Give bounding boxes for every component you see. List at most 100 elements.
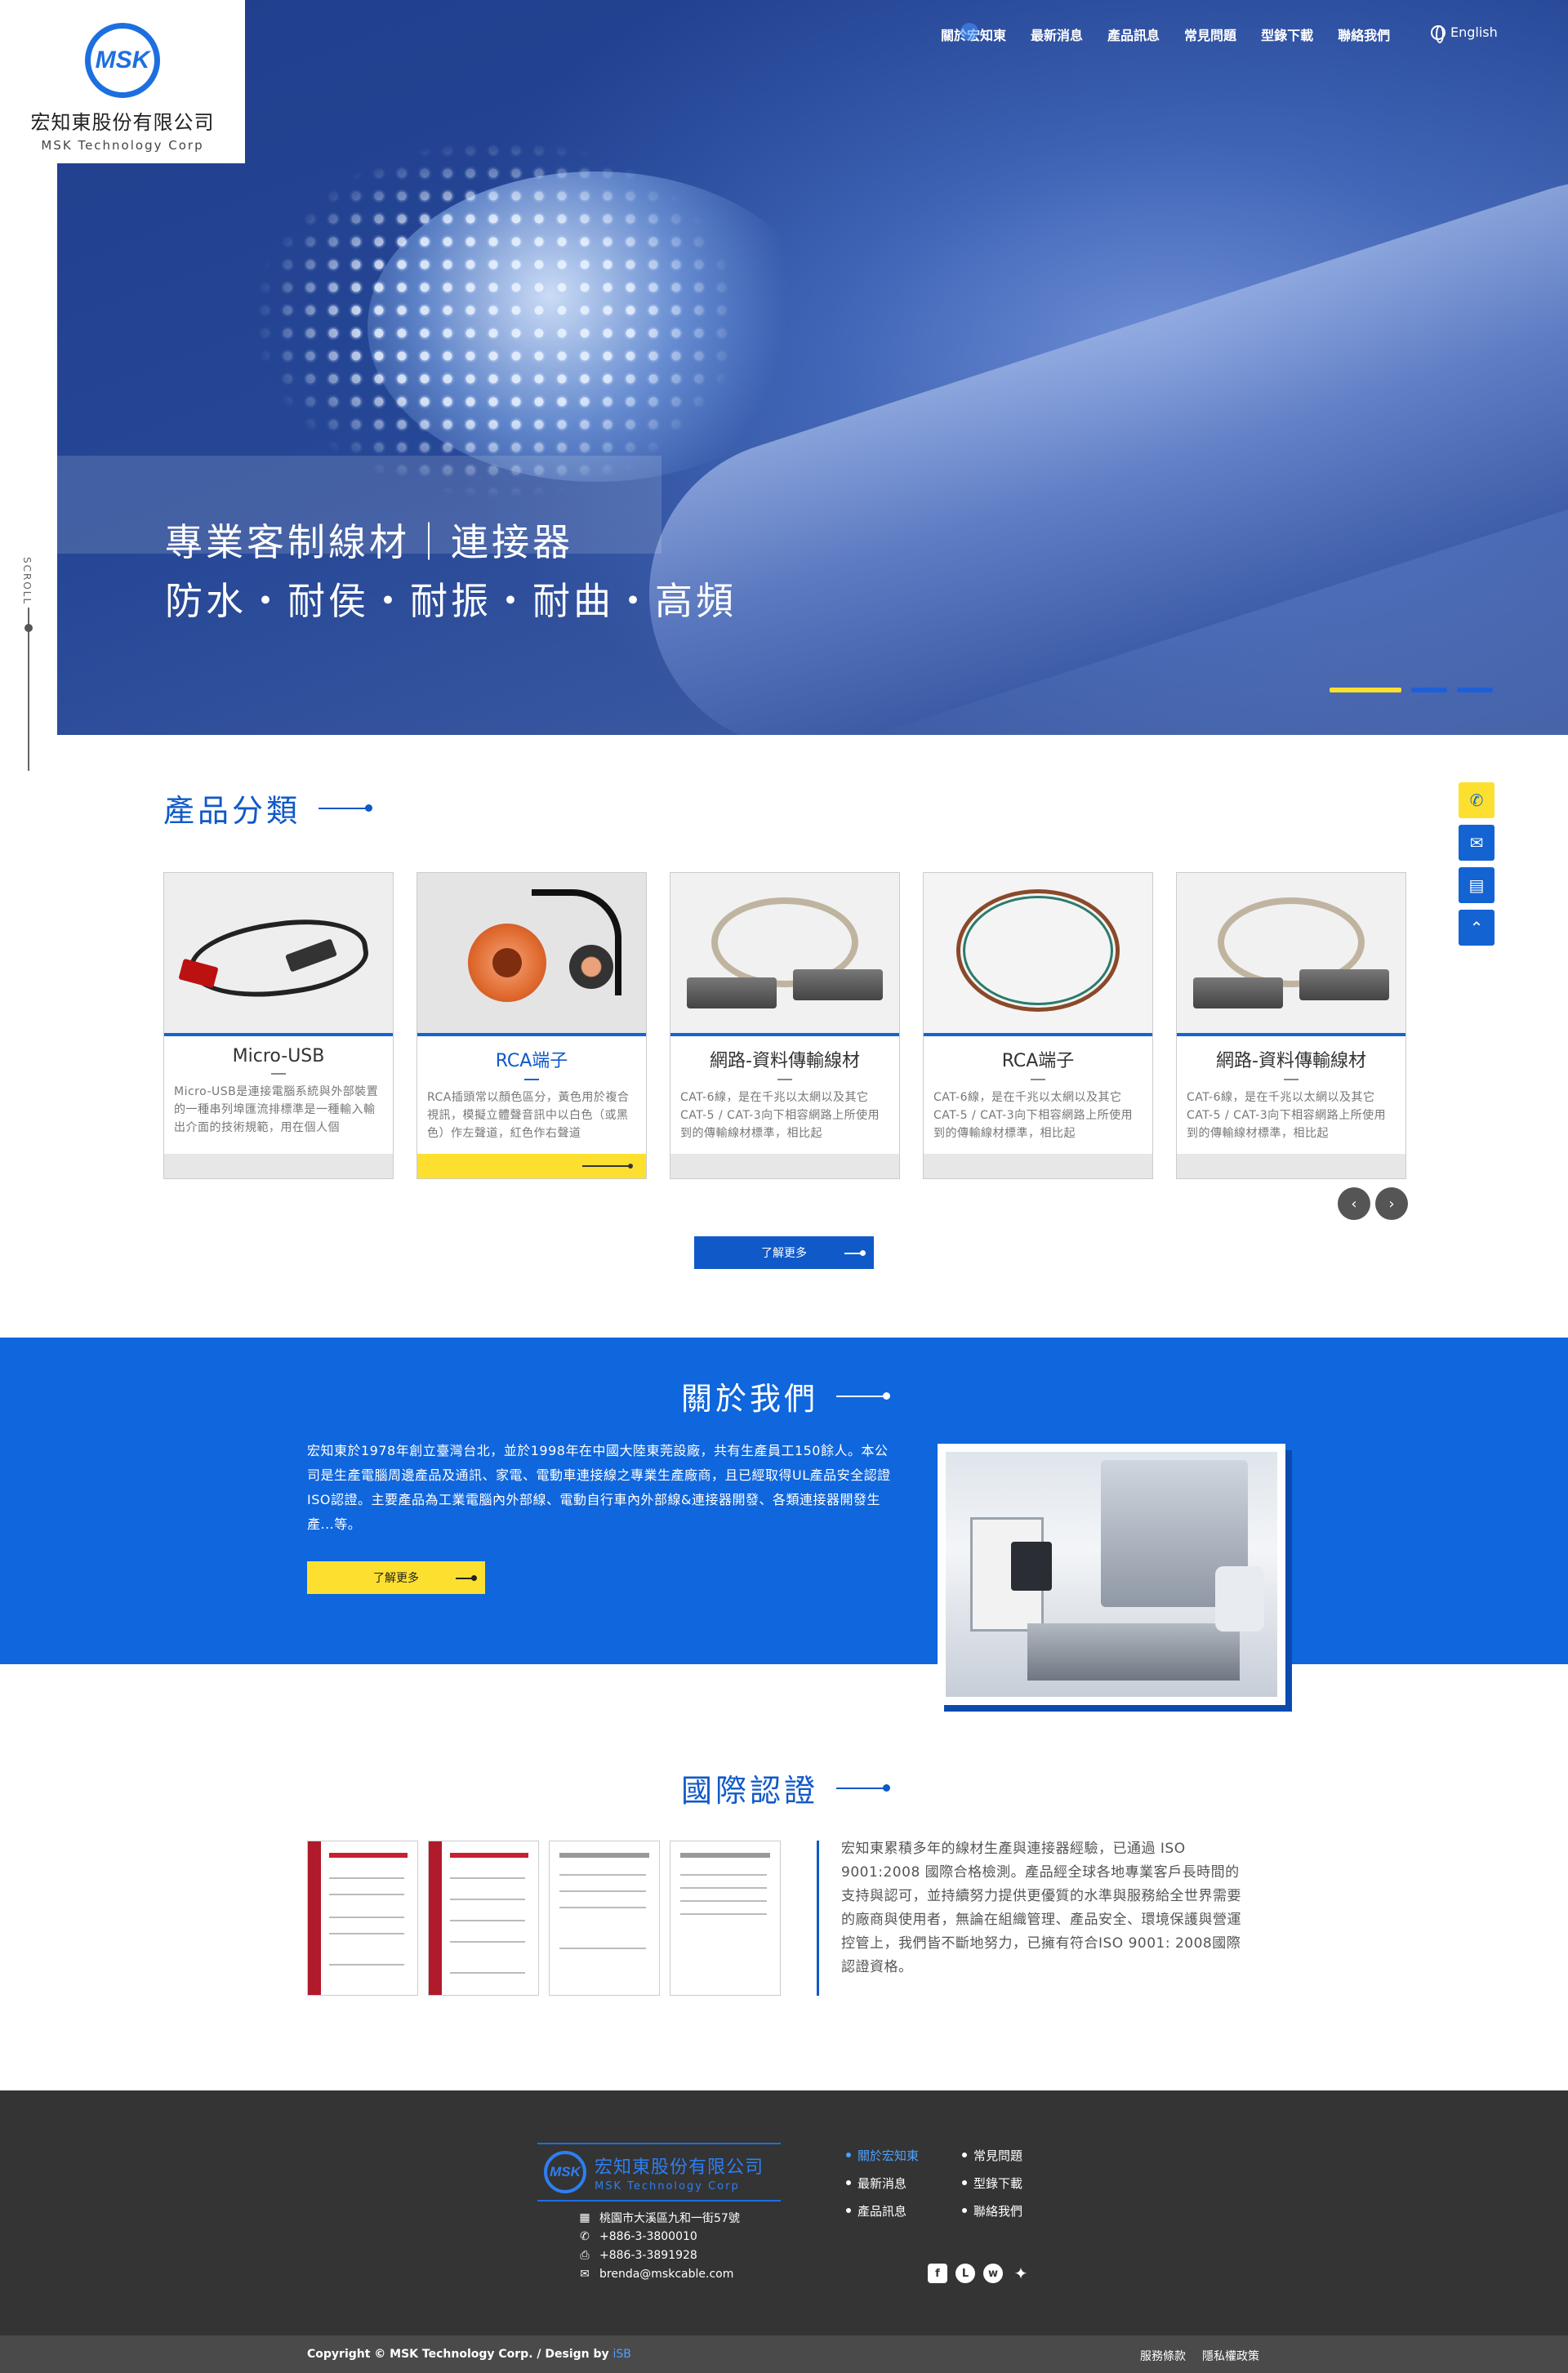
certificate-thumbnail[interactable] [307, 1841, 418, 1996]
footer-nav-news[interactable]: 最新消息 [846, 2174, 962, 2192]
connector-shape [793, 969, 883, 1000]
connector-shape [1299, 969, 1389, 1000]
cert-line [680, 1913, 767, 1915]
site-logo[interactable]: MSK 宏知東股份有限公司 MSK Technology Corp [0, 0, 245, 163]
logo-mark-text: MSK [95, 47, 150, 73]
nav-item-faq[interactable]: 常見問題 [1184, 24, 1236, 44]
arrow-right-icon [844, 1250, 866, 1256]
certificate-list [307, 1841, 781, 1996]
cert-line [450, 1877, 525, 1879]
language-switch[interactable]: English [1431, 24, 1498, 43]
copyright: Copyright © MSK Technology Corp. / Desig… [307, 2348, 631, 2361]
machine-part [1215, 1566, 1264, 1632]
scroll-indicator[interactable]: SCROLL [18, 557, 42, 771]
product-card[interactable]: Micro-USB Micro-USB是連接電腦系統與外部裝置的一種串列埠匯流排… [163, 872, 394, 1179]
product-image [1177, 873, 1405, 1036]
social-links: f L w ✦ [928, 2264, 1031, 2283]
hero-line-2: 防水・耐侯・耐振・耐曲・高頻 [165, 579, 737, 623]
cert-line [680, 1887, 767, 1889]
carousel-controls: ‹ › [1338, 1187, 1408, 1220]
certificate-thumbnail[interactable] [428, 1841, 539, 1996]
product-name: 網路-資料傳輸線材 [710, 1051, 860, 1071]
privacy-link[interactable]: 隱私權政策 [1202, 2348, 1259, 2364]
nav-item-contact[interactable]: 聯絡我們 [1338, 24, 1390, 44]
product-card-footer[interactable] [417, 1154, 646, 1178]
title-arrow-icon [836, 1391, 891, 1400]
mail-icon[interactable]: ✉ [1459, 825, 1494, 861]
facebook-icon[interactable]: f [928, 2264, 947, 2283]
footer-nav: 關於宏知東 常見問題 最新消息 型錄下載 產品訊息 聯絡我們 [846, 2146, 1044, 2219]
product-divider [1031, 1079, 1045, 1080]
footer-fax: +886-3-3891928 [599, 2248, 697, 2262]
footer-email[interactable]: brenda@mskcable.com [599, 2268, 733, 2281]
footer-nav-products[interactable]: 產品訊息 [846, 2202, 962, 2219]
cert-line [329, 1933, 404, 1934]
footer-nav-catalog[interactable]: 型錄下載 [962, 2174, 1044, 2192]
logo-name-en: MSK Technology Corp [41, 138, 204, 153]
footer-phone[interactable]: +886-3-3800010 [599, 2230, 697, 2243]
cert-title: 國際認證 [681, 1773, 819, 1809]
slide-dot[interactable] [1330, 688, 1401, 692]
cert-header [559, 1853, 649, 1858]
copyright-bar [0, 2335, 1568, 2373]
cert-line [450, 1920, 525, 1921]
title-arrow-icon [836, 1783, 891, 1792]
twitter-icon[interactable]: ✦ [1011, 2264, 1031, 2283]
chevron-left-icon[interactable]: ‹ [1338, 1187, 1370, 1220]
cert-line [450, 1972, 525, 1974]
site-footer [0, 2090, 1568, 2335]
product-card-footer [164, 1154, 393, 1178]
cert-line [329, 1964, 404, 1966]
product-card[interactable]: 網路-資料傳輸線材 CAT-6線，是在千兆以太網以及其它CAT-5 / CAT-… [670, 872, 900, 1179]
products-more-button[interactable]: 了解更多 [694, 1236, 874, 1269]
product-carousel: Micro-USB Micro-USB是連接電腦系統與外部裝置的一種串列埠匯流排… [163, 872, 1406, 1179]
cert-line [559, 1907, 646, 1908]
product-image [670, 873, 899, 1036]
cert-header [680, 1853, 770, 1858]
about-title: 關於我們 [681, 1381, 819, 1417]
nav-item-catalog[interactable]: 型錄下載 [1261, 24, 1313, 44]
nav-item-products[interactable]: 產品訊息 [1107, 24, 1160, 44]
certificate-thumbnail[interactable] [670, 1841, 781, 1996]
slide-dot[interactable] [1411, 688, 1447, 692]
product-image [164, 873, 393, 1036]
cert-line [329, 1877, 404, 1879]
product-card[interactable]: RCA端子 CAT-6線，是在千兆以太網以及其它CAT-5 / CAT-3向下相… [923, 872, 1153, 1179]
phone-icon[interactable]: ✆ [1459, 782, 1494, 818]
footer-nav-about[interactable]: 關於宏知東 [846, 2146, 962, 2164]
products-title: 產品分類 [163, 793, 301, 829]
about-more-button[interactable]: 了解更多 [307, 1561, 485, 1594]
fax-icon: ⎙ [580, 2248, 590, 2262]
nav-item-about[interactable]: 關於宏知東 [941, 23, 1006, 44]
wechat-icon[interactable]: w [983, 2264, 1003, 2283]
slide-dot[interactable] [1457, 688, 1493, 692]
cert-description: 宏知東累積多年的線材生產與連接器經驗，已通過 ISO 9001:2008 國際合… [841, 1841, 1241, 1975]
footer-nav-contact[interactable]: 聯絡我們 [962, 2202, 1044, 2219]
certificate-thumbnail[interactable] [549, 1841, 660, 1996]
scroll-line [28, 608, 29, 771]
document-icon[interactable]: ▤ [1459, 867, 1494, 903]
designer-link[interactable]: iSB [613, 2348, 631, 2361]
legal-links: 服務條款 隱私權政策 [1140, 2348, 1259, 2364]
product-card[interactable]: 網路-資料傳輸線材 CAT-6線，是在千兆以太網以及其它CAT-5 / CAT-… [1176, 872, 1406, 1179]
footer-name-en: MSK Technology Corp [595, 2179, 740, 2193]
product-name: 網路-資料傳輸線材 [1216, 1051, 1366, 1071]
product-description: CAT-6線，是在千兆以太網以及其它CAT-5 / CAT-3向下相容網路上所使… [680, 1091, 880, 1140]
line-icon[interactable]: L [956, 2264, 975, 2283]
map-icon: ▦ [579, 2210, 590, 2224]
about-more-label: 了解更多 [373, 1572, 419, 1585]
product-name: RCA端子 [495, 1051, 568, 1071]
wire-loop-shape [963, 896, 1113, 1005]
chevron-right-icon[interactable]: › [1375, 1187, 1408, 1220]
product-card[interactable]: RCA端子 RCA插頭常以顏色區分，黃色用於複合視訊，模擬立體聲音訊中以白色（或… [416, 872, 647, 1179]
rca-socket-shape [468, 924, 546, 1002]
cert-line [450, 1899, 525, 1900]
arrow-up-icon[interactable]: ⌃ [1459, 910, 1494, 946]
scroll-label: SCROLL [21, 557, 33, 606]
terms-link[interactable]: 服務條款 [1140, 2348, 1186, 2364]
connector-shape [1193, 977, 1283, 1008]
footer-logo[interactable]: MSK 宏知東股份有限公司 MSK Technology Corp [537, 2143, 781, 2202]
nav-item-news[interactable]: 最新消息 [1031, 24, 1083, 44]
footer-nav-faq[interactable]: 常見問題 [962, 2146, 1044, 2164]
side-toolbar: ✆ ✉ ▤ ⌃ [1459, 782, 1494, 946]
